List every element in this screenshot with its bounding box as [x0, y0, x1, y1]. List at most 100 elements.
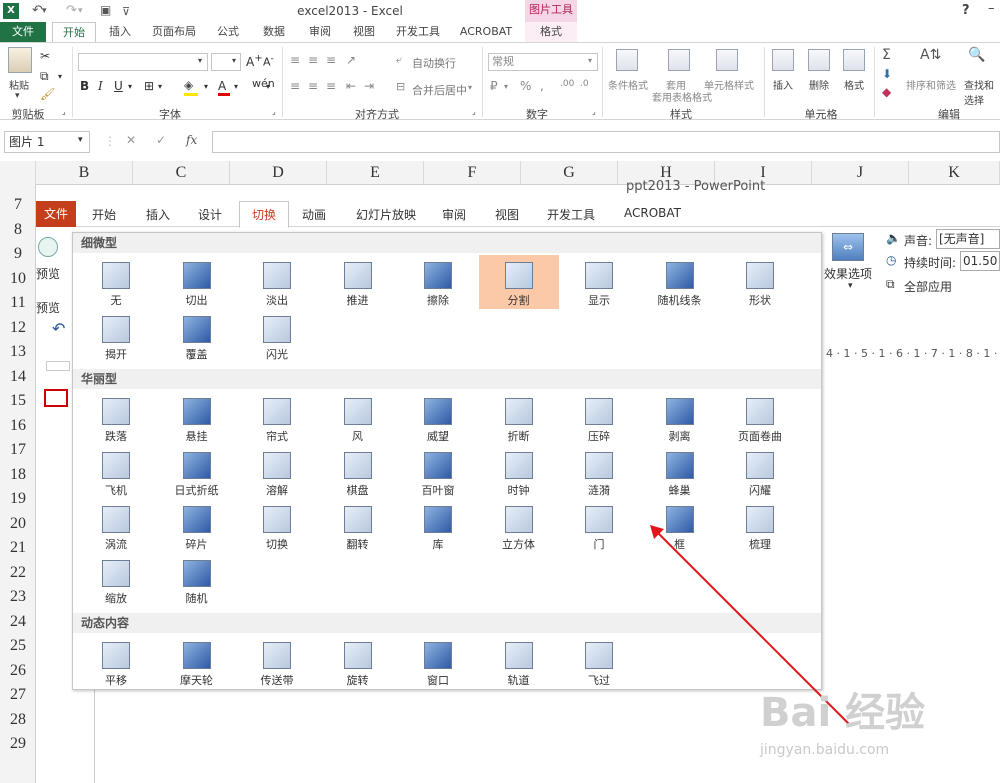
transition-item-s1-17[interactable]: 闪耀 [720, 445, 800, 499]
format-painter-icon[interactable]: 🖌 [40, 87, 55, 101]
tab-insert[interactable]: 插入 [100, 22, 140, 42]
italic-icon[interactable]: I [98, 79, 103, 93]
row-header[interactable]: 24 [0, 610, 36, 635]
transition-item-s1-11[interactable]: 溶解 [237, 445, 317, 499]
row-header[interactable]: 15 [0, 389, 36, 414]
transition-item-cover[interactable]: 覆盖 [157, 309, 237, 363]
find-select-label[interactable]: 查找和选择 [964, 77, 1000, 107]
cell-styles-icon[interactable] [716, 49, 738, 71]
font-launcher-icon[interactable]: ⌟ [272, 107, 276, 116]
percent-icon[interactable]: % [520, 79, 531, 93]
paste-label[interactable]: 粘贴 [9, 77, 29, 92]
number-format-dropdown-icon[interactable]: ▾ [588, 56, 592, 65]
phonetic-dropdown-icon[interactable]: ▾ [266, 82, 270, 91]
fill-icon[interactable]: ⬇ [882, 67, 892, 81]
tab-home[interactable]: 开始 [52, 22, 96, 42]
ppt-tab-animations[interactable]: 动画 [302, 206, 326, 223]
conditional-format-icon[interactable] [616, 49, 638, 71]
comma-icon[interactable]: , [540, 79, 544, 93]
help-button[interactable]: ? [962, 3, 970, 18]
transition-item-s2-0[interactable]: 平移 [76, 635, 156, 689]
row-header[interactable]: 17 [0, 438, 36, 463]
row-header[interactable]: 8 [0, 218, 36, 243]
number-format-box[interactable]: 常规 [488, 53, 598, 71]
alignment-launcher-icon[interactable]: ⌟ [472, 107, 476, 116]
row-header[interactable]: 18 [0, 463, 36, 488]
tab-data[interactable]: 数据 [254, 22, 294, 42]
merge-center-label[interactable]: 合并后居中 [412, 82, 467, 98]
align-top-icon[interactable]: ≡ [290, 53, 300, 67]
column-header[interactable]: K [909, 161, 1000, 185]
column-header[interactable]: D [230, 161, 327, 185]
conditional-format-label[interactable]: 条件格式 [608, 77, 648, 92]
transition-item-none[interactable]: 无 [76, 255, 156, 309]
transition-item-s1-7[interactable]: 剥离 [640, 391, 720, 445]
font-color-dropdown-icon[interactable]: ▾ [234, 82, 238, 91]
ppt-tab-slideshow[interactable]: 幻灯片放映 [356, 206, 416, 223]
transition-item-s1-14[interactable]: 时钟 [479, 445, 559, 499]
name-box-dropdown-icon[interactable]: ▾ [78, 135, 83, 145]
clear-icon[interactable]: ◆ [882, 85, 891, 99]
row-header[interactable]: 14 [0, 365, 36, 390]
transition-item-s2-5[interactable]: 轨道 [479, 635, 559, 689]
insert-cells-icon[interactable] [772, 49, 794, 71]
transition-item-s1-18[interactable]: 涡流 [76, 499, 156, 553]
cut-icon[interactable]: ✂ [40, 49, 50, 63]
transition-item-s2-6[interactable]: 飞过 [559, 635, 639, 689]
transition-item-s1-4[interactable]: 威望 [398, 391, 478, 445]
row-header[interactable]: 25 [0, 634, 36, 659]
underline-dropdown-icon[interactable]: ▾ [128, 82, 132, 91]
copy-dropdown-icon[interactable]: ▾ [58, 72, 62, 81]
row-header[interactable]: 12 [0, 316, 36, 341]
select-all-corner[interactable] [0, 161, 36, 185]
underline-icon[interactable]: U [114, 79, 123, 93]
tab-acrobat[interactable]: ACROBAT [452, 22, 520, 42]
align-left-icon[interactable]: ≡ [290, 79, 300, 93]
column-header[interactable]: J [812, 161, 909, 185]
cancel-icon[interactable]: ✕ [126, 133, 136, 147]
ppt-tab-home[interactable]: 开始 [92, 206, 116, 223]
wrap-text-icon[interactable]: ⤶ [396, 53, 402, 67]
tab-developer[interactable]: 开发工具 [390, 22, 446, 42]
decrease-decimal-icon[interactable]: .0 [580, 79, 589, 89]
transition-item-s1-20[interactable]: 切换 [237, 499, 317, 553]
merge-dropdown-icon[interactable]: ▾ [468, 83, 472, 92]
transition-item-s2-1[interactable]: 摩天轮 [157, 635, 237, 689]
decrease-indent-icon[interactable]: ⇤ [346, 79, 356, 93]
transition-item-s1-28[interactable]: 随机 [157, 553, 237, 607]
sound-select[interactable]: [无声音] [936, 229, 1000, 249]
align-middle-icon[interactable]: ≡ [308, 53, 318, 67]
transition-item-s1-27[interactable]: 缩放 [76, 553, 156, 607]
selected-slide-thumbnail[interactable] [44, 389, 68, 407]
merge-center-icon[interactable]: ⊟ [396, 80, 405, 93]
wrap-text-label[interactable]: 自动换行 [412, 55, 456, 71]
currency-icon[interactable]: ₽ [490, 79, 498, 93]
transition-item-flash[interactable]: 闪光 [237, 309, 317, 363]
font-size-dropdown-icon[interactable]: ▾ [232, 56, 236, 65]
format-cells-icon[interactable] [843, 49, 865, 71]
transition-item-s1-13[interactable]: 百叶窗 [398, 445, 478, 499]
row-header[interactable]: 23 [0, 585, 36, 610]
phonetic-icon[interactable]: wén [252, 77, 275, 90]
row-header[interactable]: 11 [0, 291, 36, 316]
autosum-icon[interactable]: Σ [882, 47, 891, 63]
clipboard-launcher-icon[interactable]: ⌟ [62, 107, 66, 116]
row-header[interactable]: 20 [0, 512, 36, 537]
font-size-box[interactable] [211, 53, 241, 71]
transition-item-s1-8[interactable]: 页面卷曲 [720, 391, 800, 445]
transition-item-s1-10[interactable]: 日式折纸 [157, 445, 237, 499]
copy-icon[interactable]: ⧉ [40, 69, 49, 84]
tab-formulas[interactable]: 公式 [208, 22, 248, 42]
find-select-icon[interactable]: 🔍 [968, 47, 985, 63]
grow-font-icon[interactable]: A+ [246, 53, 263, 69]
transition-item-s1-2[interactable]: 帘式 [237, 391, 317, 445]
insert-cells-label[interactable]: 插入 [773, 77, 793, 92]
transition-item-reveal[interactable]: 显示 [559, 255, 639, 309]
apply-all-icon[interactable]: ⧉ [886, 277, 895, 292]
column-header[interactable]: B [36, 161, 133, 185]
preview-label[interactable]: 预览 [36, 265, 60, 282]
minimize-button[interactable]: – [988, 1, 995, 16]
format-as-table-icon[interactable] [668, 49, 690, 71]
transition-item-random-bars[interactable]: 随机线条 [640, 255, 720, 309]
transition-item-s1-19[interactable]: 碎片 [157, 499, 237, 553]
